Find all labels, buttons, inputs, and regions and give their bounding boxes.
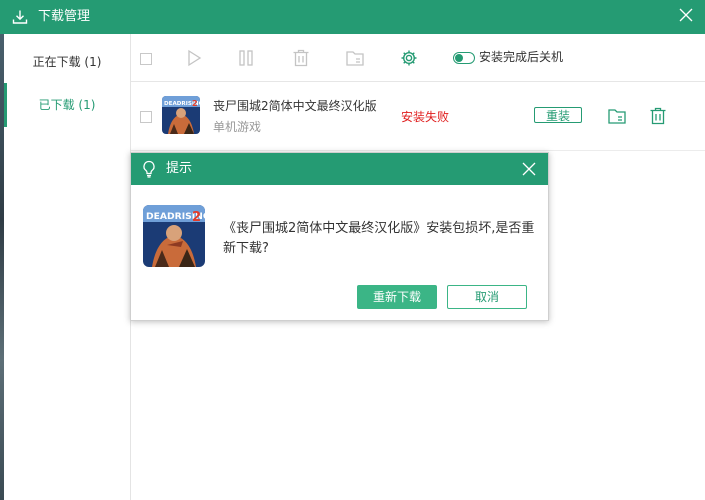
prompt-dialog: 提示 DEADRISING 2 《丧尸围城2简体中文最终汉化版》安装包损坏,是否… [130,152,549,321]
sidebar-item-label: 正在下载 (1) [32,55,102,69]
game-cover-image: DEADRISING 2 [162,96,200,134]
folder-icon[interactable] [607,106,627,126]
dialog-title: 提示 [166,161,193,176]
game-name: 丧尸围城2简体中文最终汉化版 [213,99,377,113]
sidebar-item-downloaded[interactable]: 已下载 (1) [4,83,130,127]
download-icon [12,9,28,25]
install-status: 安装失败 [401,110,450,124]
lightbulb-icon [142,160,156,178]
svg-text:2: 2 [192,99,198,108]
game-category: 单机游戏 [213,120,262,134]
redownload-button[interactable]: 重新下载 [357,285,437,309]
shutdown-label: 安装完成后关机 [479,50,564,64]
sidebar: 正在下载 (1) 已下载 (1) [4,34,131,500]
download-row: DEADRISING 2 丧尸围城2简体中文最终汉化版 单机游戏 安装失败 重装 [131,82,705,151]
select-all-checkbox[interactable] [140,53,152,65]
dialog-header: 提示 [131,153,548,185]
trash-icon[interactable] [648,106,668,126]
toolbar: 安装完成后关机 [131,34,705,82]
window-title: 下载管理 [38,9,91,24]
game-cover-image: DEADRISING 2 [143,205,205,267]
gear-icon[interactable] [399,48,419,68]
cancel-button[interactable]: 取消 [447,285,527,309]
trash-icon[interactable] [291,48,311,68]
close-icon[interactable] [679,8,693,22]
toggle-knob [455,54,463,62]
toggle-switch[interactable] [453,52,475,64]
title-bar: 下载管理 [0,0,705,34]
folder-icon[interactable] [345,48,365,68]
pause-icon[interactable] [236,48,256,68]
close-icon[interactable] [522,162,536,176]
svg-text:2: 2 [192,210,201,225]
sidebar-item-downloading[interactable]: 正在下载 (1) [4,40,130,84]
play-icon[interactable] [184,48,204,68]
dialog-message: 《丧尸围城2简体中文最终汉化版》安装包损坏,是否重新下载? [223,221,535,256]
reinstall-button[interactable]: 重装 [534,107,582,123]
active-indicator [4,83,7,127]
download-manager-window: 下载管理 正在下载 (1) 已下载 (1) 安装完成后关机 DEADRISING… [0,0,705,500]
sidebar-item-label: 已下载 (1) [38,98,96,112]
row-checkbox[interactable] [140,111,152,123]
